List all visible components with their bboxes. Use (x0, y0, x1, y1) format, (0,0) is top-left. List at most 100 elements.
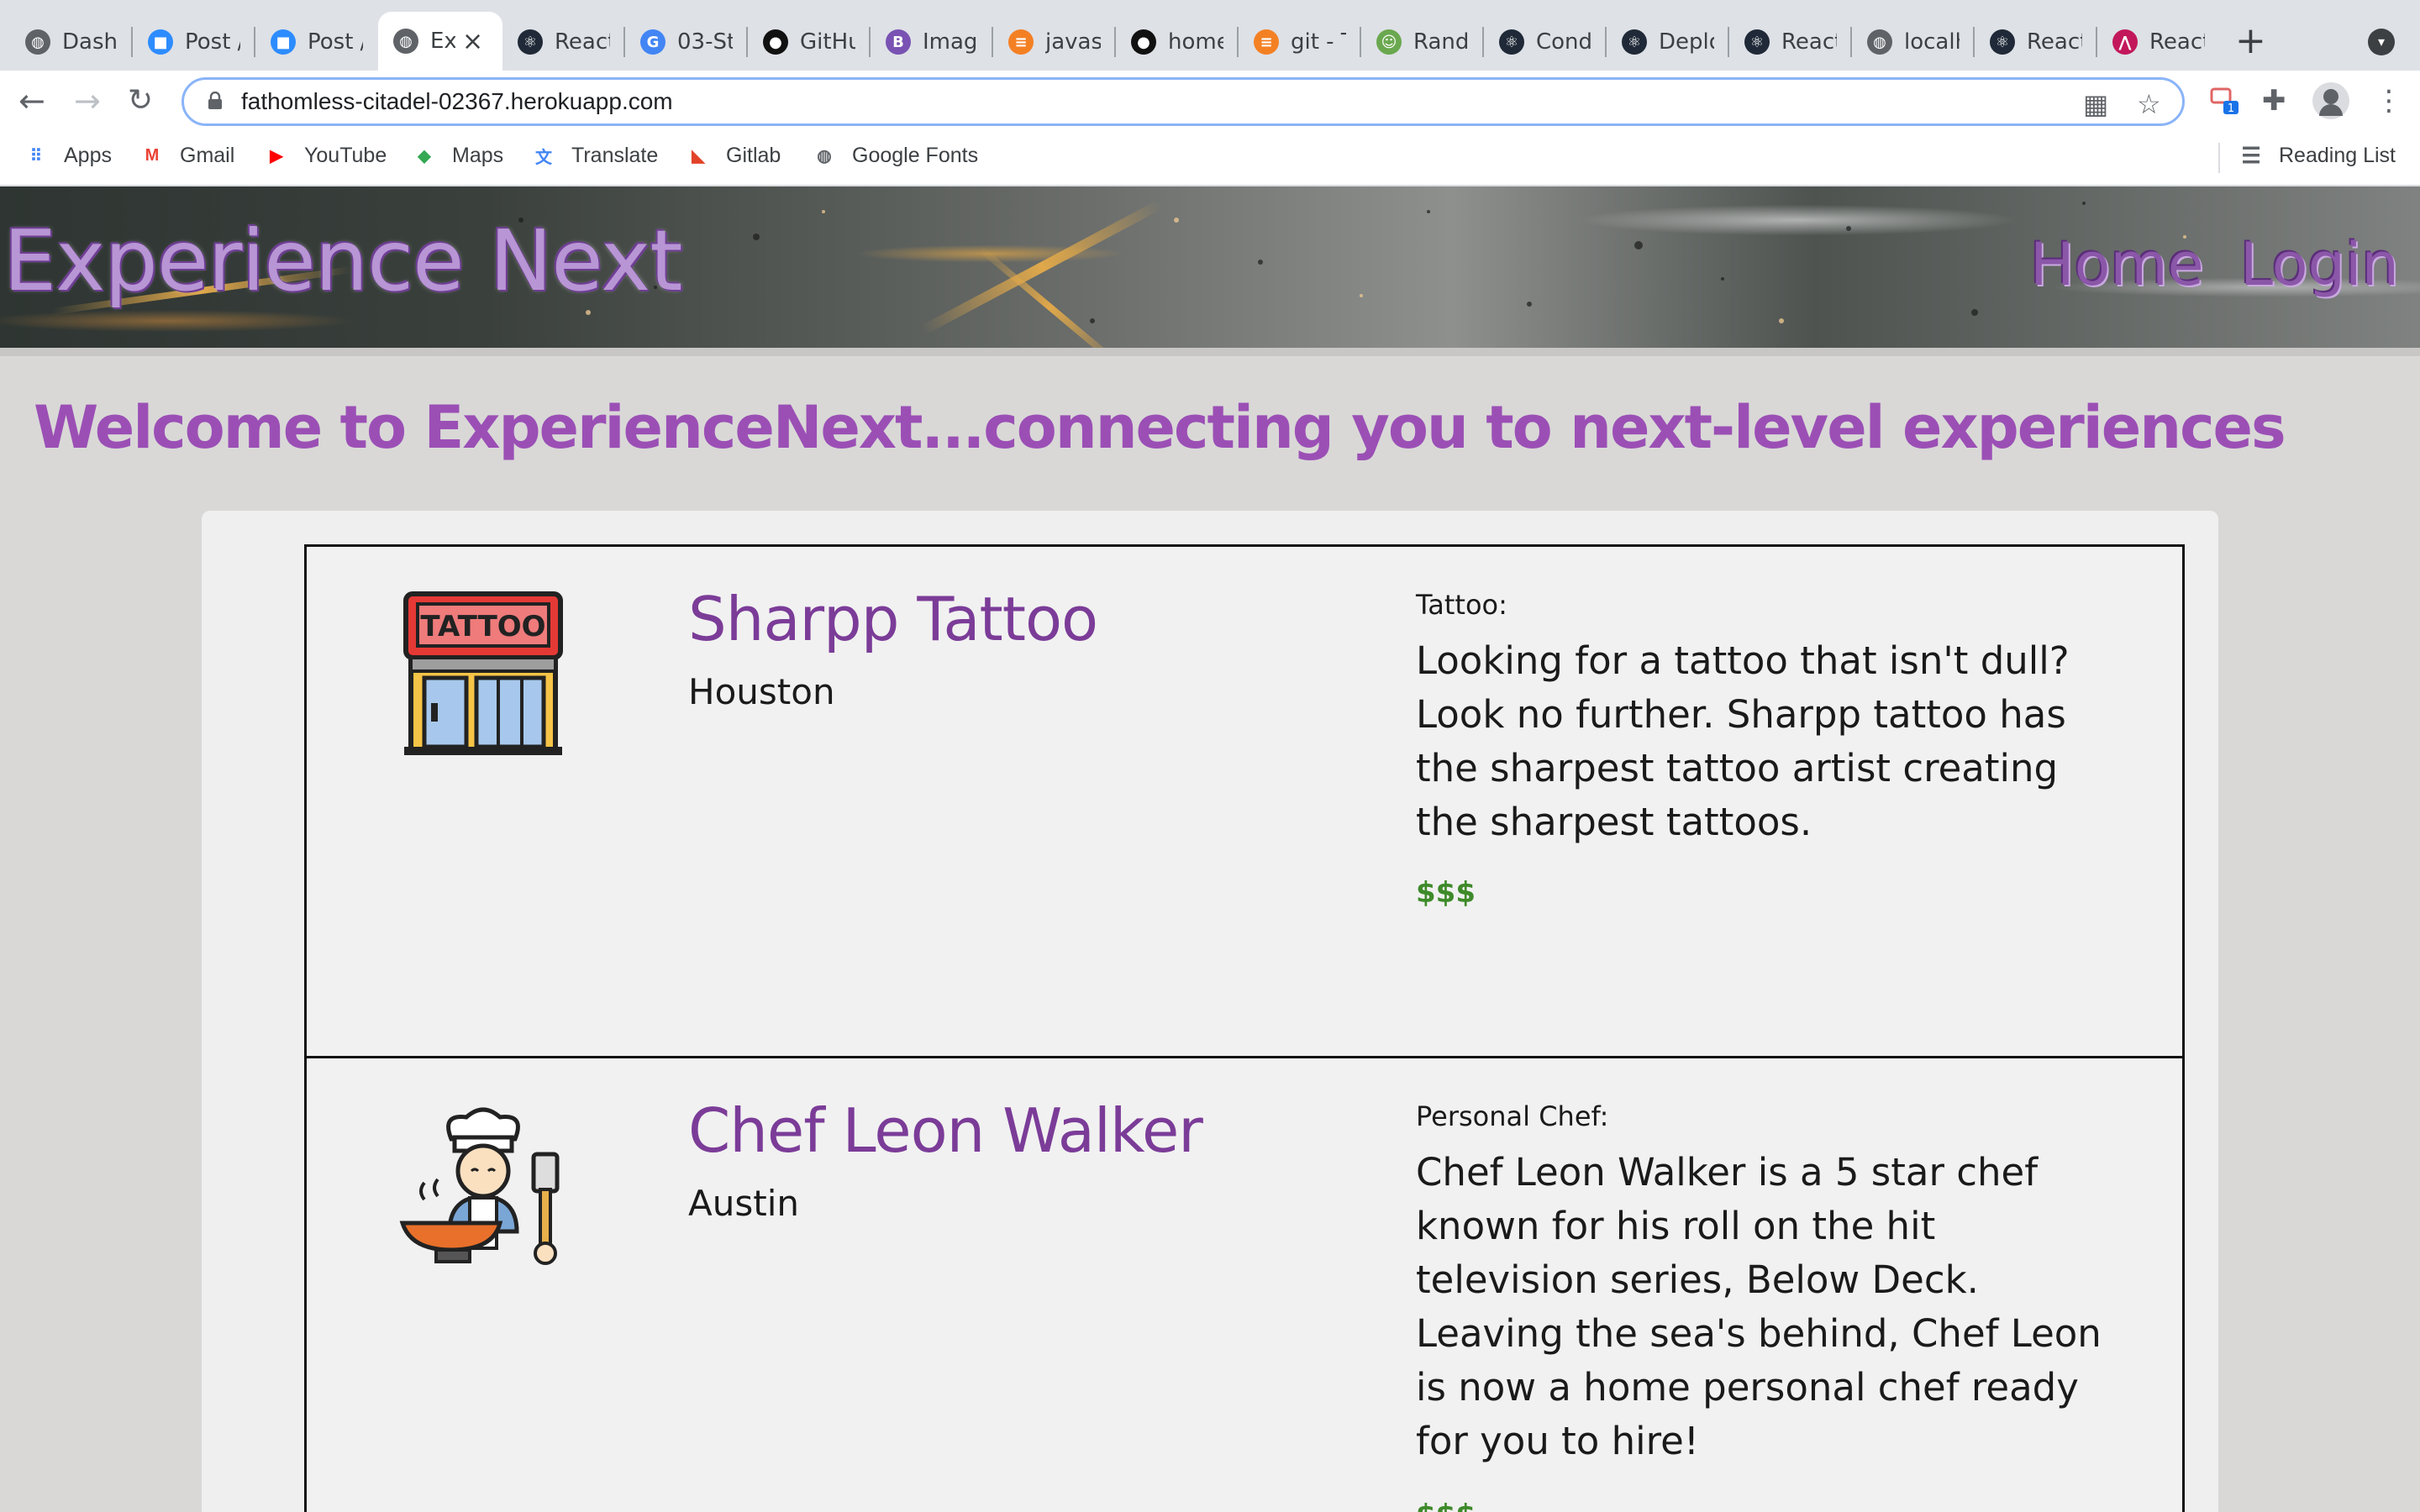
forward-arrow-icon[interactable]: → (74, 81, 101, 121)
youtube-icon: ▶ (270, 146, 283, 165)
react-icon: ⚛ (1990, 29, 2015, 55)
browser-tab-label: React (1781, 29, 1837, 55)
browser-tab[interactable]: ☺ Rando (1361, 18, 1481, 66)
browser-tab[interactable]: ⚛ React (1729, 18, 1849, 66)
browser-tab[interactable]: ≡ javas (993, 18, 1113, 66)
reload-icon[interactable]: ↻ (128, 81, 153, 121)
extension-badge: 1 (2228, 102, 2234, 115)
random-icon: ☺ (1376, 29, 1402, 55)
puzzle-extensions-icon[interactable]: ✚ (2262, 84, 2286, 118)
brand-logo[interactable]: Experience Next (3, 212, 682, 310)
bookmark-item[interactable]: 文 Translate (531, 143, 658, 168)
reading-list-icon: ☰ (2241, 142, 2261, 168)
bookmark-label: Translate (571, 143, 659, 167)
browser-tab[interactable]: ◍ Ex × (378, 12, 502, 71)
translate-icon: 文 (535, 148, 552, 167)
bookmark-item[interactable]: ◆ Maps (412, 143, 503, 168)
browser-tab-label: Ex (430, 29, 455, 54)
listing-city: Houston (688, 671, 835, 712)
bookmark-item[interactable]: ◣ Gitlab (686, 143, 781, 168)
banner-divider (0, 348, 2420, 356)
lock-icon (208, 92, 222, 109)
chef-icon (399, 1107, 560, 1265)
globe-icon: ◍ (393, 29, 418, 54)
bookmark-label: Apps (64, 143, 112, 167)
close-tab-icon[interactable]: × (462, 27, 483, 56)
browser-tab[interactable]: ● GitHu (748, 18, 867, 66)
browser-tab[interactable]: ● home (1116, 18, 1235, 66)
stackoverflow-icon: ≡ (1254, 29, 1279, 55)
globe-icon: ◍ (817, 146, 832, 165)
listing-price: $$$ (1416, 1499, 1476, 1512)
react-icon: ⚛ (1622, 29, 1647, 55)
browser-tab-label: Deplo (1659, 29, 1714, 55)
browser-tab-label: Post / (308, 29, 363, 55)
browser-tab[interactable]: ⚛ Condi (1484, 18, 1603, 66)
listing-price: $$$ (1416, 876, 1476, 910)
browser-tab-label: git - T (1291, 29, 1346, 55)
listing-category: Tattoo: (1416, 589, 1507, 621)
gmail-icon: M (145, 145, 160, 165)
browser-tab-label: home (1168, 29, 1223, 55)
tab-search-icon[interactable]: ▾ (2368, 29, 2395, 55)
profile-avatar-icon[interactable] (2312, 82, 2349, 119)
listing-card[interactable]: TATTOO Sharpp Tattoo Houston Tattoo: Loo… (304, 544, 2185, 1058)
qr-code-icon[interactable]: ▦ (2083, 88, 2108, 120)
apps-grid-icon: ⠿ (29, 146, 43, 165)
nav-home-link[interactable]: Home (2030, 230, 2204, 299)
browser-tab[interactable]: G 03-St (625, 18, 744, 66)
browser-tab[interactable]: ◍ localh (1852, 18, 1971, 66)
browser-tab-label: Post / (185, 29, 240, 55)
browser-tab-label: React (2027, 29, 2082, 55)
bookmark-item[interactable]: ▶ YouTube (264, 143, 387, 168)
page-title: Welcome to ExperienceNext...connecting y… (34, 393, 2286, 462)
browser-tab[interactable]: ■ Post / (255, 18, 375, 66)
graph-icon: ⋀ (2112, 29, 2138, 55)
extension-icon[interactable]: 1 (2208, 84, 2242, 125)
bookmark-label: YouTube (304, 143, 387, 167)
browser-tab[interactable]: ⚛ Deplo (1607, 18, 1726, 66)
browser-tab-label: Rando (1413, 29, 1469, 55)
browser-tab-label: 03-St (677, 29, 733, 55)
globe-icon: ◍ (25, 29, 50, 55)
address-bar[interactable]: fathomless-citadel-02367.herokuapp.com ▦… (182, 77, 2185, 126)
nav-login-link[interactable]: Login (2240, 230, 2399, 299)
browser-tab[interactable]: ⚛ React (502, 18, 622, 66)
reading-list-button[interactable]: ☰ Reading List (2238, 143, 2396, 168)
new-tab-button[interactable]: + (2235, 20, 2266, 62)
zoom-icon: ■ (148, 29, 173, 55)
listing-city: Austin (688, 1183, 799, 1224)
kebab-menu-icon[interactable]: ⋮ (2375, 84, 2403, 118)
github-icon: ● (1131, 29, 1156, 55)
browser-tab[interactable]: B Image (871, 18, 990, 66)
back-arrow-icon[interactable]: ← (18, 81, 45, 121)
browser-tab-label: Image (923, 29, 978, 55)
reading-list-label: Reading List (2279, 143, 2396, 167)
url-text[interactable]: fathomless-citadel-02367.herokuapp.com (241, 88, 673, 115)
bookmark-star-icon[interactable]: ☆ (2137, 88, 2161, 120)
browser-tab[interactable]: ≡ git - T (1239, 18, 1358, 66)
github-icon: ● (763, 29, 788, 55)
browser-tab[interactable]: ⋀ React (2097, 18, 2217, 66)
bookmark-item[interactable]: M Gmail (139, 143, 235, 168)
react-icon: ⚛ (518, 29, 543, 55)
browser-tab[interactable]: ⚛ React (1975, 18, 2094, 66)
listing-card[interactable]: Chef Leon Walker Austin Personal Chef: C… (304, 1056, 2185, 1512)
browser-tab[interactable]: ■ Post / (133, 18, 252, 66)
browser-tab-label: React (2149, 29, 2205, 55)
listing-name[interactable]: Chef Leon Walker (688, 1095, 1203, 1166)
bookmark-label: Gitlab (726, 143, 781, 167)
maps-icon: ◆ (418, 146, 431, 165)
bookmark-item[interactable]: ◍ Google Fonts (812, 143, 978, 168)
listing-name[interactable]: Sharpp Tattoo (688, 584, 1098, 654)
bookmarks-divider (2218, 143, 2220, 173)
tattoo-shop-icon: TATTOO (403, 591, 563, 755)
bookmark-item[interactable]: ⠿ Apps (24, 143, 112, 168)
browser-tab[interactable]: ◍ Dashb (10, 18, 129, 66)
browser-tab-label: React (555, 29, 610, 55)
stackoverflow-icon: ≡ (1008, 29, 1034, 55)
react-icon: ⚛ (1744, 29, 1770, 55)
google-icon: G (640, 29, 666, 55)
bookmark-label: Gmail (180, 143, 235, 167)
browser-tab-label: Condi (1536, 29, 1591, 55)
